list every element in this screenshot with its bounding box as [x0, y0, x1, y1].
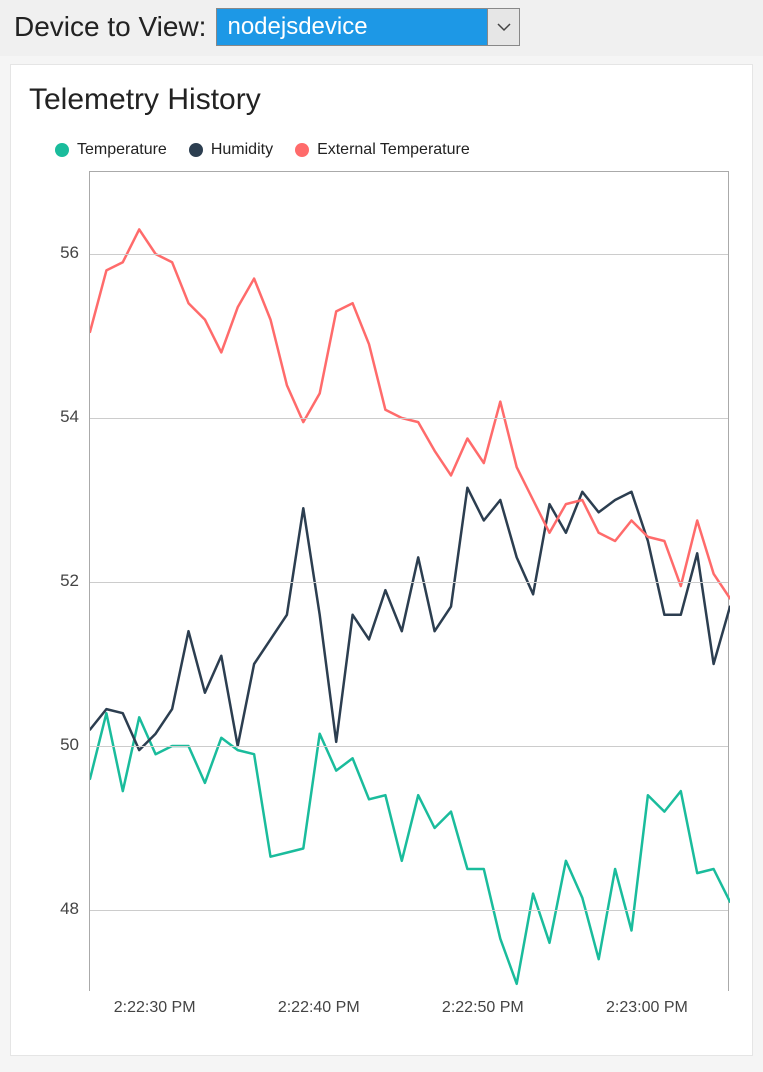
gridline [90, 746, 728, 747]
device-dropdown[interactable]: nodejsdevice [216, 8, 520, 46]
y-axis-labels: 48 50 52 54 56 [29, 171, 89, 991]
legend-item-external-temperature: External Temperature [295, 141, 470, 159]
series-line [90, 488, 730, 750]
legend-label: Temperature [77, 141, 167, 159]
x-tick-label: 2:23:00 PM [606, 999, 688, 1017]
device-dropdown-selected: nodejsdevice [217, 9, 487, 45]
legend-swatch [189, 143, 203, 157]
y-tick-label: 52 [60, 571, 79, 591]
legend-swatch [55, 143, 69, 157]
gridline [90, 254, 728, 255]
telemetry-panel: Telemetry History Temperature Humidity E… [10, 64, 753, 1056]
legend-item-humidity: Humidity [189, 141, 273, 159]
legend-swatch [295, 143, 309, 157]
x-tick-label: 2:22:30 PM [114, 999, 196, 1017]
legend-label: Humidity [211, 141, 273, 159]
x-tick-label: 2:22:40 PM [278, 999, 360, 1017]
gridline [90, 910, 728, 911]
y-tick-label: 48 [60, 899, 79, 919]
gridline [90, 418, 728, 419]
legend-label: External Temperature [317, 141, 470, 159]
chevron-down-icon[interactable] [487, 9, 519, 45]
device-selector-label: Device to View: [14, 11, 206, 43]
gridline [90, 582, 728, 583]
series-line [90, 713, 730, 984]
device-selector-bar: Device to View: nodejsdevice [0, 0, 763, 56]
x-axis-labels: 2:22:30 PM 2:22:40 PM 2:22:50 PM 2:23:00 PM [89, 991, 729, 1025]
chart-plot-area [89, 171, 729, 991]
y-tick-label: 56 [60, 243, 79, 263]
y-tick-label: 54 [60, 407, 79, 427]
panel-title: Telemetry History [29, 83, 734, 117]
legend-item-temperature: Temperature [55, 141, 167, 159]
y-tick-label: 50 [60, 735, 79, 755]
chart-legend: Temperature Humidity External Temperatur… [29, 137, 734, 171]
series-line [90, 229, 730, 598]
x-tick-label: 2:22:50 PM [442, 999, 524, 1017]
telemetry-chart: 48 50 52 54 56 2:22:30 PM 2:22:40 PM 2:22:50 P… [29, 171, 734, 1025]
